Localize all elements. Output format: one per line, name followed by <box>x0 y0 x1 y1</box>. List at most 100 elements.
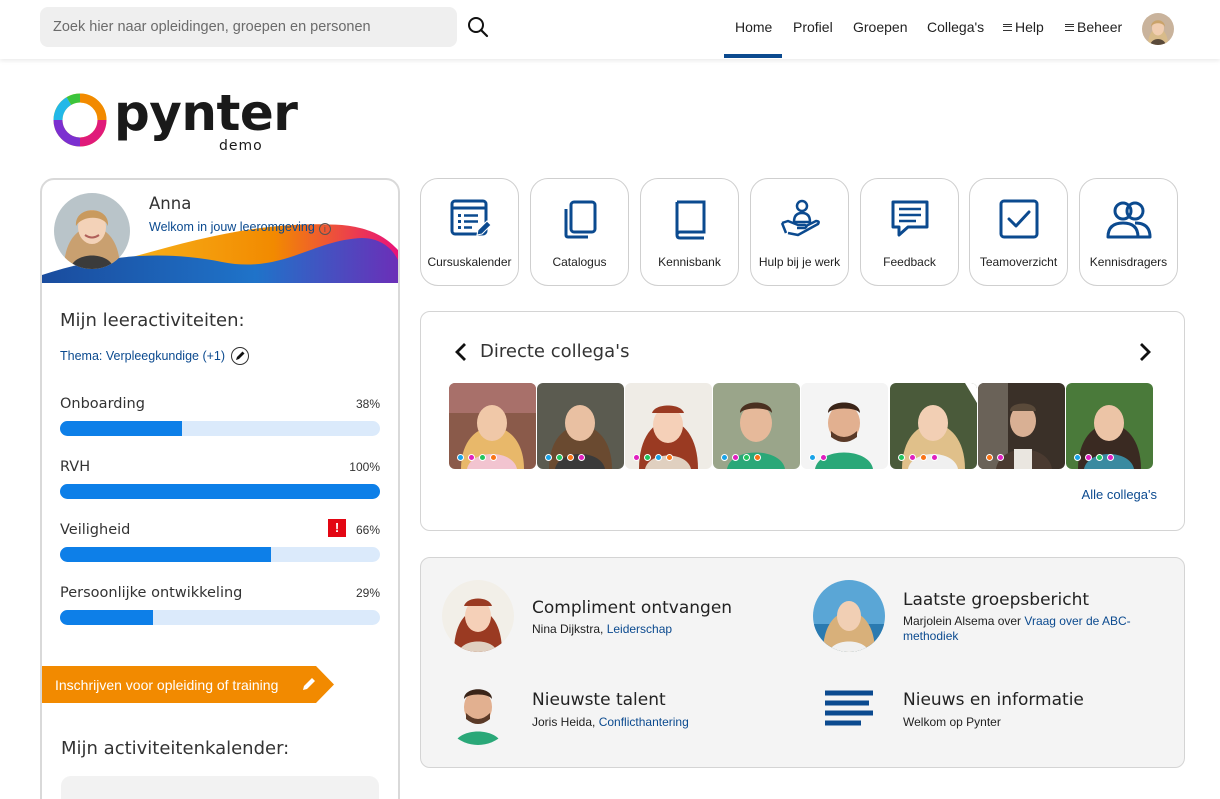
nav-collegas[interactable]: Collega's <box>927 19 984 35</box>
info-icon[interactable]: i <box>318 223 331 235</box>
competence-dot <box>1096 454 1103 461</box>
new-talent-avatar <box>442 673 514 745</box>
tile-label: Feedback <box>883 255 936 269</box>
competence-dot <box>578 454 585 461</box>
competence-dot <box>479 454 486 461</box>
competence-dot <box>754 454 761 461</box>
profile-avatar[interactable] <box>54 193 130 269</box>
activity-label: Veiligheid <box>60 522 131 538</box>
chat-bubble-icon <box>891 200 928 237</box>
new-talent-link[interactable]: Conflicthantering <box>599 715 689 729</box>
nav-groepen[interactable]: Groepen <box>853 19 907 35</box>
menu-icon <box>1003 24 1012 31</box>
nav-profiel[interactable]: Profiel <box>793 19 833 35</box>
user-avatar[interactable] <box>1142 13 1174 45</box>
nav-beheer[interactable]: Beheer <box>1065 19 1122 35</box>
colleague-photo[interactable] <box>801 383 888 469</box>
compliment-title: Compliment ontvangen <box>532 598 733 618</box>
competence-dot <box>809 454 816 461</box>
colleague-photo[interactable] <box>537 383 624 469</box>
theme-link-text: Thema: Verpleegkundige (+1) <box>60 349 226 363</box>
edit-icon[interactable] <box>231 347 250 365</box>
competence-dot <box>920 454 927 461</box>
competence-dot <box>1074 454 1081 461</box>
chevron-right-icon[interactable] <box>1135 341 1155 363</box>
tile-feedback[interactable]: Feedback <box>860 178 959 286</box>
progress-fill <box>60 610 153 625</box>
logo-wordmark: pynter <box>114 84 298 142</box>
competence-dot <box>931 454 938 461</box>
news-item[interactable]: Nieuws en informatie Welkom op Pynter <box>813 673 1153 753</box>
tile-teamoverzicht[interactable]: Teamoverzicht <box>969 178 1068 286</box>
colleague-photo[interactable] <box>978 383 1065 469</box>
book-icon <box>674 200 705 240</box>
competence-dot <box>556 454 563 461</box>
group-message-subtitle: Marjolein Alsema over Vraag over de ABC-… <box>903 614 1143 644</box>
colleague-photo[interactable] <box>1066 383 1153 469</box>
activity-rvh[interactable]: RVH 100% <box>60 459 380 519</box>
nav-home[interactable]: Home <box>735 19 772 35</box>
colleague-photo[interactable] <box>890 383 977 469</box>
colleague-photo[interactable] <box>625 383 712 469</box>
group-message-person: Marjolein Alsema over <box>903 614 1025 628</box>
competence-dot <box>986 454 993 461</box>
new-talent-subtitle: Joris Heida, Conflicthantering <box>532 715 772 730</box>
nav-help[interactable]: Help <box>1003 19 1044 35</box>
tile-hulp-bij-je-werk[interactable]: Hulp bij je werk <box>750 178 849 286</box>
competence-dot <box>468 454 475 461</box>
users-icon <box>1106 201 1151 239</box>
text-lines-icon <box>825 690 873 726</box>
competence-dot <box>457 454 464 461</box>
activity-label: Onboarding <box>60 396 145 412</box>
competence-dots <box>721 454 761 461</box>
alert-icon: ! <box>328 519 346 537</box>
highlights-panel: Compliment ontvangen Nina Dijkstra, Leid… <box>420 557 1185 768</box>
tile-label: Kennisbank <box>658 255 721 269</box>
tile-kennisbank[interactable]: Kennisbank <box>640 178 739 286</box>
competence-dot <box>545 454 552 461</box>
competence-dot <box>644 454 651 461</box>
all-colleagues-link[interactable]: Alle collega's <box>1082 487 1157 502</box>
competence-dot <box>490 454 497 461</box>
compliment-item[interactable]: Compliment ontvangen Nina Dijkstra, Leid… <box>442 580 782 660</box>
theme-link[interactable]: Thema: Verpleegkundige (+1) <box>60 347 250 365</box>
menu-icon <box>1065 24 1074 31</box>
enroll-label: Inschrijven voor opleiding of training <box>55 677 279 693</box>
new-talent-item[interactable]: Nieuwste talent Joris Heida, Conflicthan… <box>442 673 782 753</box>
activity-onboarding[interactable]: Onboarding 38% <box>60 396 380 456</box>
colleague-photo[interactable] <box>449 383 536 469</box>
competence-dot <box>1085 454 1092 461</box>
progress-fill <box>60 421 182 436</box>
competence-dot <box>909 454 916 461</box>
colleague-photo[interactable] <box>713 383 800 469</box>
activity-label: Persoonlijke ontwikkeling <box>60 585 243 601</box>
tile-cursuskalender[interactable]: Cursuskalender <box>420 178 519 286</box>
news-subtitle: Welkom op Pynter <box>903 715 1001 729</box>
activity-persoonlijke-ontwikkeling[interactable]: Persoonlijke ontwikkeling 29% <box>60 585 380 645</box>
activity-percent: 38% <box>355 397 380 411</box>
activity-veiligheid[interactable]: Veiligheid ! 66% <box>60 519 380 582</box>
search-input[interactable] <box>40 7 457 47</box>
tile-label: Catalogus <box>552 255 607 269</box>
tile-label: Kennisdragers <box>1089 255 1168 269</box>
competence-dots <box>457 454 497 461</box>
tile-kennisdragers[interactable]: Kennisdragers <box>1079 178 1178 286</box>
activity-percent: 100% <box>349 460 380 474</box>
chevron-left-icon[interactable] <box>451 341 471 363</box>
logo-subtitle: demo <box>219 138 263 154</box>
competence-dot <box>820 454 827 461</box>
tile-catalogus[interactable]: Catalogus <box>530 178 629 286</box>
competence-dots <box>809 454 827 461</box>
search-icon[interactable] <box>466 15 490 39</box>
group-message-item[interactable]: Laatste groepsbericht Marjolein Alsema o… <box>813 580 1153 660</box>
profile-panel: Anna Welkom in jouw leeromgeving i Mijn l… <box>40 178 400 799</box>
top-navigation-bar: Home Profiel Groepen Collega's Help Behe… <box>0 0 1220 59</box>
compliment-link[interactable]: Leiderschap <box>607 622 672 636</box>
activities-title: Mijn leeractiviteiten: <box>60 310 245 331</box>
profile-welcome: Welkom in jouw leeromgeving i <box>149 220 331 235</box>
nav-help-label: Help <box>1015 19 1044 35</box>
competence-dots <box>1074 454 1114 461</box>
competence-dot <box>633 454 640 461</box>
progress-bar <box>60 421 380 436</box>
competence-dots <box>898 454 938 461</box>
